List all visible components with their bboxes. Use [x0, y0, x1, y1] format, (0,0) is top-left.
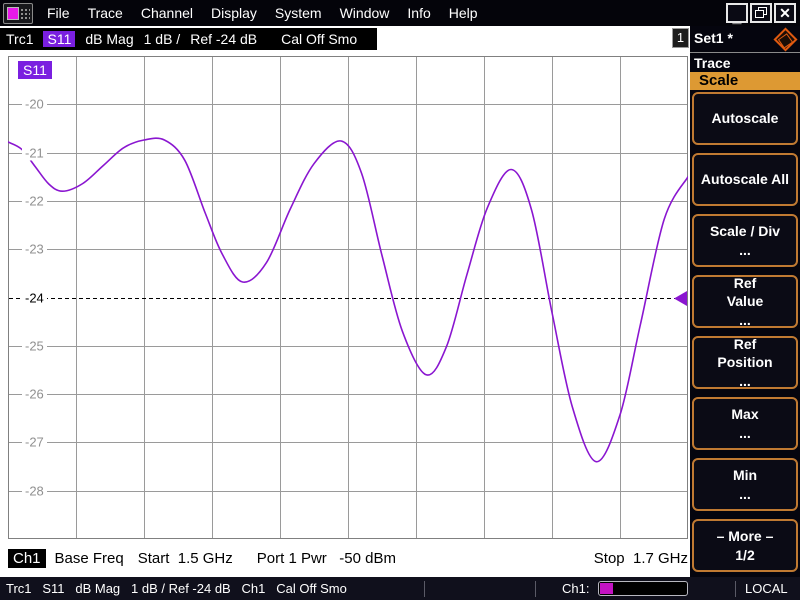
status-bar: Trc1 S11 dB Mag 1 dB / Ref -24 dB Ch1 Ca… — [0, 577, 800, 600]
y-axis-label: -27 — [22, 434, 47, 450]
y-axis-label: -25 — [22, 338, 47, 354]
max-button[interactable]: Max ... — [692, 397, 798, 450]
minimize-button[interactable]: _ — [726, 3, 748, 25]
y-axis-label: -24 — [22, 290, 47, 305]
chart-grid: S11 -20 -21 -22 -23 -24 -25 -26 -27 -28 — [8, 56, 688, 539]
menu-bar: File Trace Channel Display System Window… — [0, 0, 800, 26]
port-power: Port 1 Pwr -50 dBm — [256, 549, 396, 567]
status-trace-summary: Trc1 S11 dB Mag 1 dB / Ref -24 dB Ch1 Ca… — [6, 581, 347, 596]
trace-name[interactable]: Trc1 — [6, 31, 33, 47]
sweep-stop-frequency: Stop 1.7 GHz — [593, 549, 688, 567]
menu-item-info[interactable]: Info — [401, 5, 436, 21]
y-axis-label: -23 — [22, 241, 47, 257]
sweep-start-frequency: Start 1.5 GHz — [137, 549, 233, 567]
channel-sweep-type: Base Freq — [54, 549, 124, 567]
ref-value-button[interactable]: Ref Value ... — [692, 275, 798, 328]
sweep-progress-bar — [598, 581, 689, 596]
trace-parameter-badge[interactable]: S11 — [43, 31, 76, 47]
menu-item-channel[interactable]: Channel — [135, 5, 199, 21]
trace-scale[interactable]: 1 dB / — [144, 31, 181, 47]
trace-info-bar[interactable]: Trc1 S11 dB Mag 1 dB / Ref -24 dB Cal Of… — [0, 28, 378, 50]
trace-label-chip[interactable]: S11 — [18, 61, 52, 79]
more-button[interactable]: – More – 1/2 — [692, 519, 798, 572]
restore-button[interactable] — [750, 3, 772, 23]
y-axis-label: -20 — [22, 96, 47, 112]
min-button[interactable]: Min ... — [692, 458, 798, 511]
close-button[interactable]: ✕ — [774, 3, 796, 23]
status-channel-label: Ch1: — [562, 581, 590, 596]
diagram-area: Trc1 S11 dB Mag 1 dB / Ref -24 dB Cal Of… — [0, 26, 690, 577]
y-axis-label: -28 — [22, 483, 47, 499]
menu-item-file[interactable]: File — [41, 5, 76, 21]
trace-format[interactable]: dB Mag — [85, 31, 133, 47]
app-icon-keypad — [20, 7, 30, 20]
softkey-sidebar: Set1 * Trace Scale Autoscale Autoscale A… — [690, 26, 800, 577]
menu-item-system[interactable]: System — [269, 5, 328, 21]
sidebar-header: Set1 * — [690, 26, 800, 52]
y-axis-label: -21 — [22, 145, 47, 161]
trace-cal-state[interactable]: Cal Off Smo — [281, 31, 357, 47]
diagram-number-badge: 1 — [672, 28, 689, 48]
autoscale-button[interactable]: Autoscale — [692, 92, 798, 145]
menu-item-window[interactable]: Window — [334, 5, 396, 21]
softkey-section-header: Scale — [690, 72, 800, 90]
rohde-schwarz-logo-icon — [773, 27, 798, 52]
remote-mode-indicator: LOCAL — [745, 581, 788, 596]
ref-position-button[interactable]: Ref Position ... — [692, 336, 798, 389]
scale-div-button[interactable]: Scale / Div ... — [692, 214, 798, 267]
setup-name: Set1 * — [694, 30, 733, 46]
app-icon-screen — [7, 6, 19, 20]
softkey-buttons: Autoscale Autoscale All Scale / Div ... … — [690, 90, 800, 572]
instrument-app-icon[interactable] — [3, 2, 33, 24]
window-controls: _ ✕ — [726, 3, 800, 25]
sweep-progress-fill — [600, 583, 614, 594]
autoscale-all-button[interactable]: Autoscale All — [692, 153, 798, 206]
channel-info-bar[interactable]: Ch1 Base Freq Start 1.5 GHz Port 1 Pwr -… — [8, 546, 688, 570]
status-divider — [424, 580, 425, 597]
restore-icon — [754, 7, 767, 18]
close-icon: ✕ — [779, 4, 791, 21]
status-sweep-segment: Ch1: — [536, 581, 735, 596]
s11-trace-plot — [8, 56, 688, 539]
menu-item-trace[interactable]: Trace — [82, 5, 129, 21]
ref-level-marker[interactable] — [674, 291, 687, 306]
y-axis-label: -26 — [22, 386, 47, 402]
vna-application-window: File Trace Channel Display System Window… — [0, 0, 800, 600]
trace-ref[interactable]: Ref -24 dB — [190, 31, 257, 47]
y-axis-label: -22 — [22, 193, 47, 209]
channel-badge: Ch1 — [8, 548, 46, 568]
menu-item-display[interactable]: Display — [205, 5, 263, 21]
menu-item-help[interactable]: Help — [443, 5, 484, 21]
softkey-menu-group: Trace — [694, 55, 731, 71]
